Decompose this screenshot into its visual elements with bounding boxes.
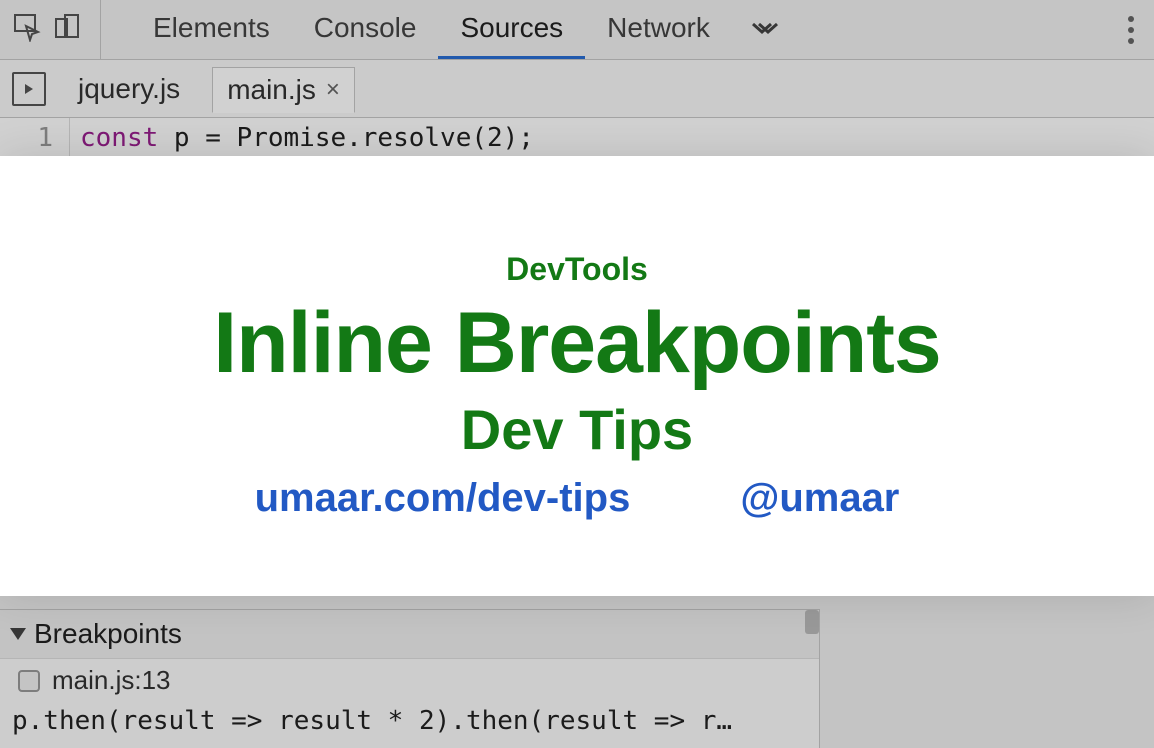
breakpoints-panel: Breakpoints main.js:13 p.then(result => … xyxy=(0,609,820,748)
line-number-gutter: 1 xyxy=(0,118,70,157)
file-tab-label: jquery.js xyxy=(78,73,180,105)
overlay-title: Inline Breakpoints xyxy=(213,294,941,393)
overlay-subtitle-bottom: Dev Tips xyxy=(461,397,693,462)
file-tab-label: main.js xyxy=(227,74,316,106)
inspect-element-icon[interactable] xyxy=(12,12,42,47)
breakpoints-header-label: Breakpoints xyxy=(34,618,182,650)
more-tabs-icon[interactable] xyxy=(750,18,780,42)
breakpoint-location: main.js:13 xyxy=(52,665,171,696)
breakpoint-code-preview: p.then(result => result * 2).then(result… xyxy=(0,702,819,748)
expand-triangle-icon[interactable] xyxy=(10,628,26,640)
tab-console[interactable]: Console xyxy=(292,0,439,59)
tab-network[interactable]: Network xyxy=(585,0,732,59)
tab-sources[interactable]: Sources xyxy=(438,0,585,59)
devtools-menu-icon[interactable] xyxy=(1120,8,1142,52)
file-tab-main[interactable]: main.js × xyxy=(212,67,355,113)
close-icon[interactable]: × xyxy=(326,78,340,102)
device-toggle-icon[interactable] xyxy=(52,12,82,47)
tab-elements[interactable]: Elements xyxy=(131,0,292,59)
breakpoint-item[interactable]: main.js:13 xyxy=(0,659,819,702)
file-tab-jquery[interactable]: jquery.js xyxy=(64,67,194,111)
overlay-link-handle[interactable]: @umaar xyxy=(740,476,899,521)
breakpoint-checkbox[interactable] xyxy=(18,670,40,692)
devtools-topbar: Elements Console Sources Network xyxy=(0,0,1154,60)
overlay-link-url[interactable]: umaar.com/dev-tips xyxy=(255,476,631,521)
overlay-links-row: umaar.com/dev-tips @umaar xyxy=(255,476,900,521)
breakpoints-section-header[interactable]: Breakpoints xyxy=(0,610,819,659)
devtools-panel-tabs: Elements Console Sources Network xyxy=(131,0,780,59)
sources-file-tabs: jquery.js main.js × xyxy=(0,60,1154,118)
code-editor[interactable]: 1 const p = Promise.resolve(2); xyxy=(0,118,1154,158)
overlay-subtitle-top: DevTools xyxy=(506,251,648,288)
scrollbar-thumb[interactable] xyxy=(805,610,819,634)
topbar-icon-group xyxy=(12,0,101,59)
navigator-toggle-icon[interactable] xyxy=(12,72,46,106)
code-line-1[interactable]: const p = Promise.resolve(2); xyxy=(70,118,534,157)
title-card-overlay: DevTools Inline Breakpoints Dev Tips uma… xyxy=(0,156,1154,596)
